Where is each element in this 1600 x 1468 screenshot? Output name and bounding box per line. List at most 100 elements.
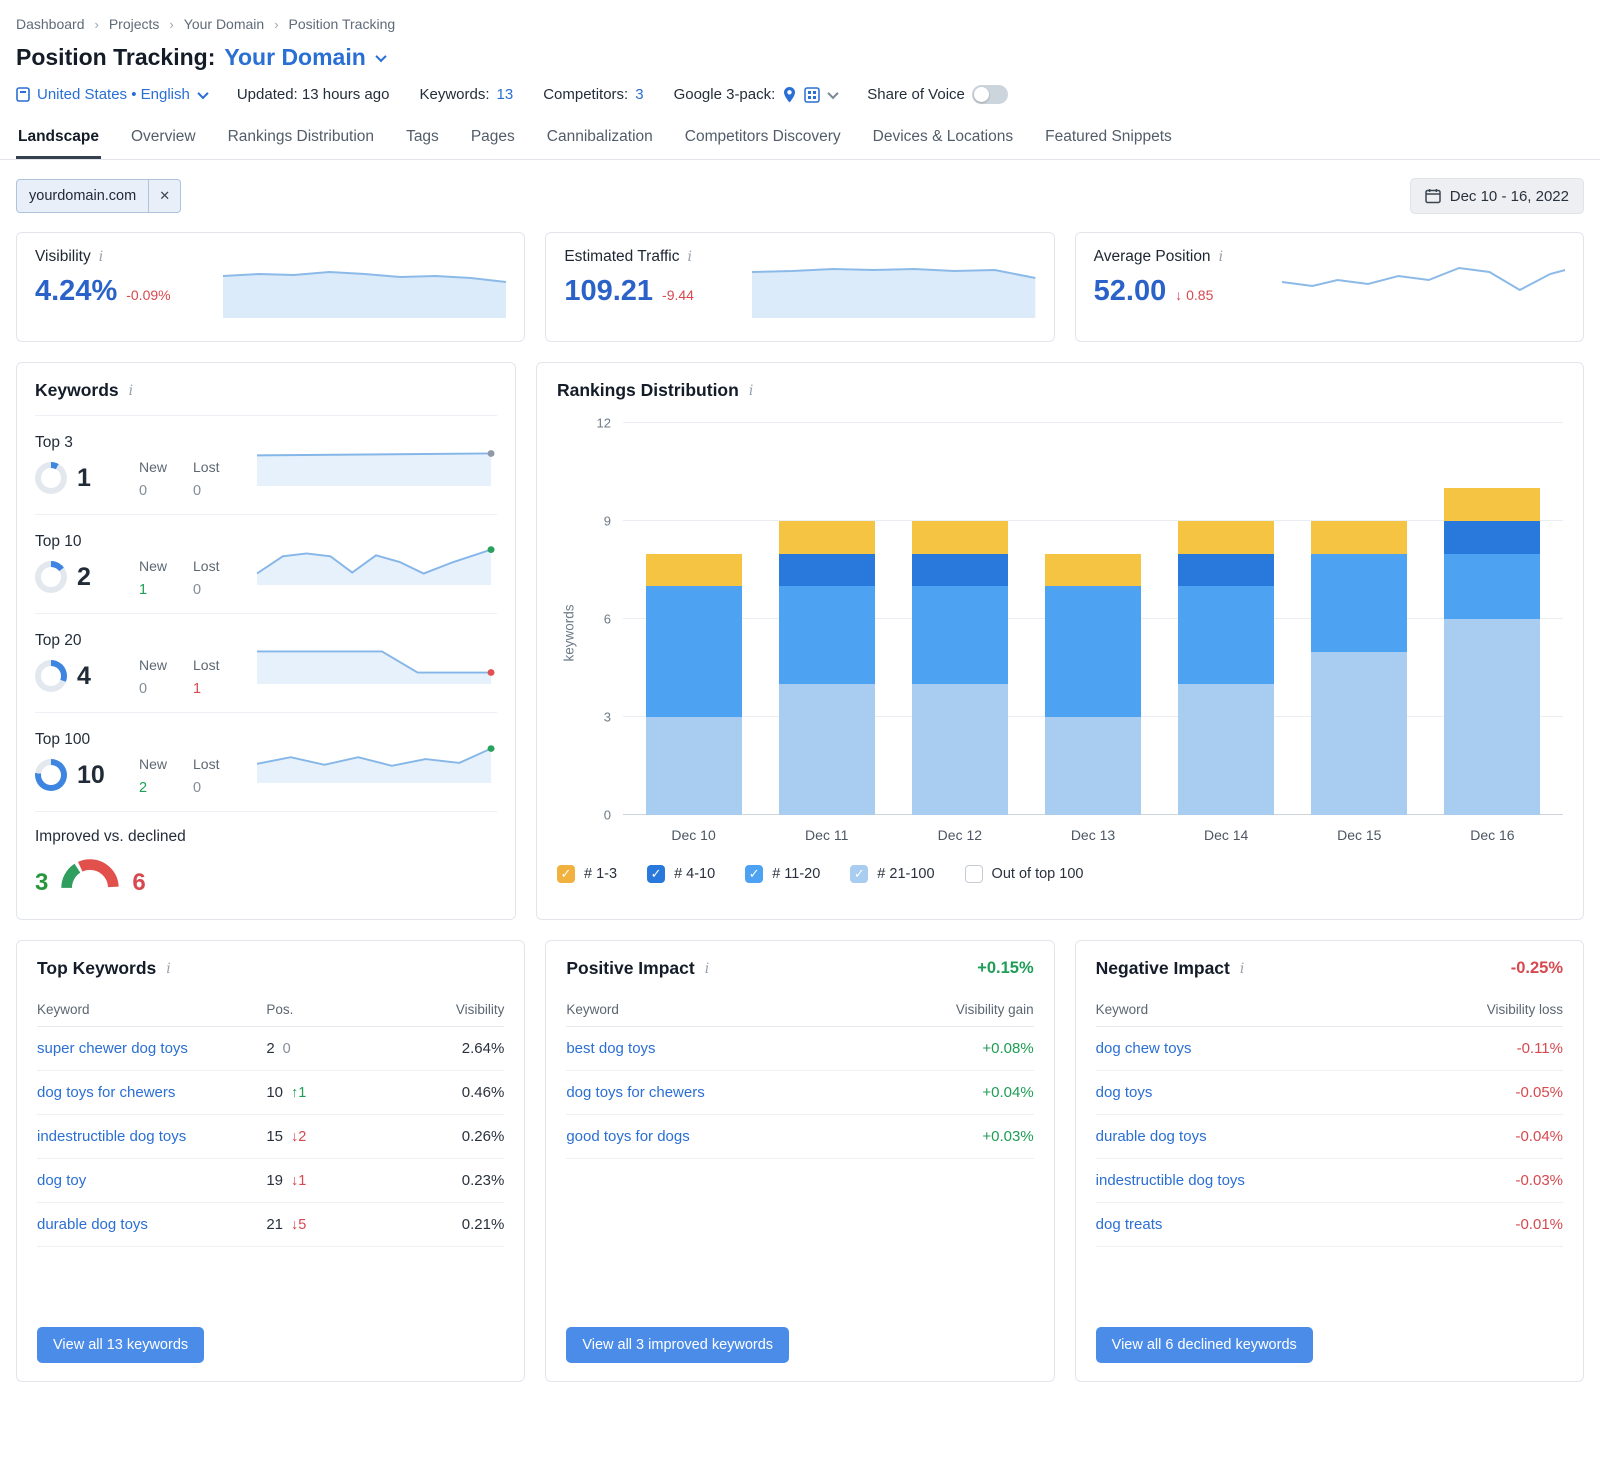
bar-dec-13[interactable] <box>1026 423 1159 815</box>
legend-checkbox[interactable] <box>965 865 983 883</box>
bar-segment[interactable] <box>1311 554 1407 652</box>
table-header: Keyword Visibility gain <box>566 993 1033 1027</box>
keyword-link[interactable]: indestructible dog toys <box>37 1128 266 1145</box>
legend-checkbox[interactable] <box>850 865 868 883</box>
tab-rankings-distribution[interactable]: Rankings Distribution <box>226 120 376 159</box>
bar-segment[interactable] <box>912 684 1008 815</box>
legend-checkbox[interactable] <box>745 865 763 883</box>
bar-segment[interactable] <box>1444 488 1540 521</box>
legend-item[interactable]: Out of top 100 <box>965 865 1084 883</box>
local-pack-icon[interactable] <box>804 87 820 103</box>
bar-segment[interactable] <box>1045 554 1141 587</box>
chevron-down-icon[interactable] <box>828 87 839 98</box>
tab-featured-snippets[interactable]: Featured Snippets <box>1043 120 1174 159</box>
breadcrumb-dashboard[interactable]: Dashboard <box>16 16 85 32</box>
chevron-down-icon[interactable] <box>375 50 386 61</box>
bar-segment[interactable] <box>1178 521 1274 554</box>
info-icon[interactable]: i <box>1238 961 1246 977</box>
location-language-label[interactable]: United States • English <box>37 86 190 103</box>
keyword-link[interactable]: durable dog toys <box>1096 1128 1445 1145</box>
tab-landscape[interactable]: Landscape <box>16 120 101 159</box>
bar-segment[interactable] <box>646 586 742 717</box>
table-row: dog toys for chewers +0.04% <box>566 1071 1033 1115</box>
top-keywords-card: Top Keywords i Keyword Pos. Visibility s… <box>16 940 525 1382</box>
bar-dec-11[interactable] <box>760 423 893 815</box>
bar-segment[interactable] <box>779 586 875 684</box>
competitors-count-link[interactable]: 3 <box>635 86 643 103</box>
bar-segment[interactable] <box>1444 554 1540 619</box>
visibility-value: 0.46% <box>386 1084 504 1101</box>
keyword-link[interactable]: indestructible dog toys <box>1096 1172 1445 1189</box>
bar-segment[interactable] <box>646 554 742 587</box>
bar-segment[interactable] <box>1178 684 1274 815</box>
rankings-chart-plot-area <box>623 423 1563 815</box>
breadcrumb-your-domain[interactable]: Your Domain <box>184 16 264 32</box>
keyword-link[interactable]: dog toys for chewers <box>37 1084 266 1101</box>
location-language-selector[interactable]: United States • English <box>16 86 207 103</box>
lost-value: 0 <box>193 483 255 499</box>
keyword-link[interactable]: durable dog toys <box>37 1216 266 1233</box>
close-icon[interactable]: ✕ <box>148 180 180 212</box>
info-icon[interactable]: i <box>97 249 105 265</box>
bar-segment[interactable] <box>1178 554 1274 587</box>
bar-segment[interactable] <box>779 521 875 554</box>
breadcrumb-projects[interactable]: Projects <box>109 16 160 32</box>
view-improved-keywords-button[interactable]: View all 3 improved keywords <box>566 1327 789 1363</box>
bar-segment[interactable] <box>1045 717 1141 815</box>
bar-segment[interactable] <box>1178 586 1274 684</box>
legend-item[interactable]: # 21-100 <box>850 865 934 883</box>
tab-devices-locations[interactable]: Devices & Locations <box>871 120 1015 159</box>
keyword-link[interactable]: dog toy <box>37 1172 266 1189</box>
tab-cannibalization[interactable]: Cannibalization <box>545 120 655 159</box>
map-pin-icon[interactable] <box>782 86 797 104</box>
share-of-voice-toggle[interactable] <box>972 85 1008 104</box>
keyword-link[interactable]: dog toys for chewers <box>566 1084 915 1101</box>
bar-dec-16[interactable] <box>1426 423 1559 815</box>
improved-declined-label: Improved vs. declined <box>35 828 497 846</box>
bar-dec-12[interactable] <box>893 423 1026 815</box>
info-icon[interactable]: i <box>127 383 135 399</box>
bar-segment[interactable] <box>1444 619 1540 815</box>
view-declined-keywords-button[interactable]: View all 6 declined keywords <box>1096 1327 1313 1363</box>
bar-dec-10[interactable] <box>627 423 760 815</box>
bar-dec-15[interactable] <box>1293 423 1426 815</box>
keyword-link[interactable]: super chewer dog toys <box>37 1040 266 1057</box>
info-icon[interactable]: i <box>685 249 693 265</box>
bar-segment[interactable] <box>779 684 875 815</box>
keyword-link[interactable]: dog toys <box>1096 1084 1445 1101</box>
info-icon[interactable]: i <box>747 383 755 399</box>
legend-item[interactable]: # 1-3 <box>557 865 617 883</box>
domain-filter-chip[interactable]: yourdomain.com ✕ <box>16 179 181 213</box>
domain-selector[interactable]: Your Domain <box>224 44 365 71</box>
keyword-link[interactable]: dog chew toys <box>1096 1040 1445 1057</box>
keyword-link[interactable]: best dog toys <box>566 1040 915 1057</box>
bar-dec-14[interactable] <box>1160 423 1293 815</box>
tab-tags[interactable]: Tags <box>404 120 441 159</box>
bar-segment[interactable] <box>1045 586 1141 717</box>
legend-checkbox[interactable] <box>647 865 665 883</box>
keyword-link[interactable]: good toys for dogs <box>566 1128 915 1145</box>
bar-segment[interactable] <box>646 717 742 815</box>
legend-checkbox[interactable] <box>557 865 575 883</box>
view-all-keywords-button[interactable]: View all 13 keywords <box>37 1327 204 1363</box>
bar-segment[interactable] <box>1444 521 1540 554</box>
bar-segment[interactable] <box>912 586 1008 684</box>
tab-overview[interactable]: Overview <box>129 120 198 159</box>
info-icon[interactable]: i <box>164 961 172 977</box>
info-icon[interactable]: i <box>1217 249 1225 265</box>
info-icon[interactable]: i <box>703 961 711 977</box>
bar-segment[interactable] <box>1311 652 1407 815</box>
rankings-distribution-card: Rankings Distribution i keywords 036912 … <box>536 362 1584 920</box>
competitors-count: Competitors: 3 <box>543 86 643 103</box>
tab-pages[interactable]: Pages <box>469 120 517 159</box>
bar-segment[interactable] <box>912 554 1008 587</box>
bar-segment[interactable] <box>779 554 875 587</box>
date-range-picker[interactable]: Dec 10 - 16, 2022 <box>1410 178 1584 214</box>
keywords-count-link[interactable]: 13 <box>497 86 514 103</box>
legend-item[interactable]: # 11-20 <box>745 865 820 883</box>
bar-segment[interactable] <box>1311 521 1407 554</box>
tab-competitors-discovery[interactable]: Competitors Discovery <box>683 120 843 159</box>
keyword-link[interactable]: dog treats <box>1096 1216 1445 1233</box>
legend-item[interactable]: # 4-10 <box>647 865 715 883</box>
bar-segment[interactable] <box>912 521 1008 554</box>
